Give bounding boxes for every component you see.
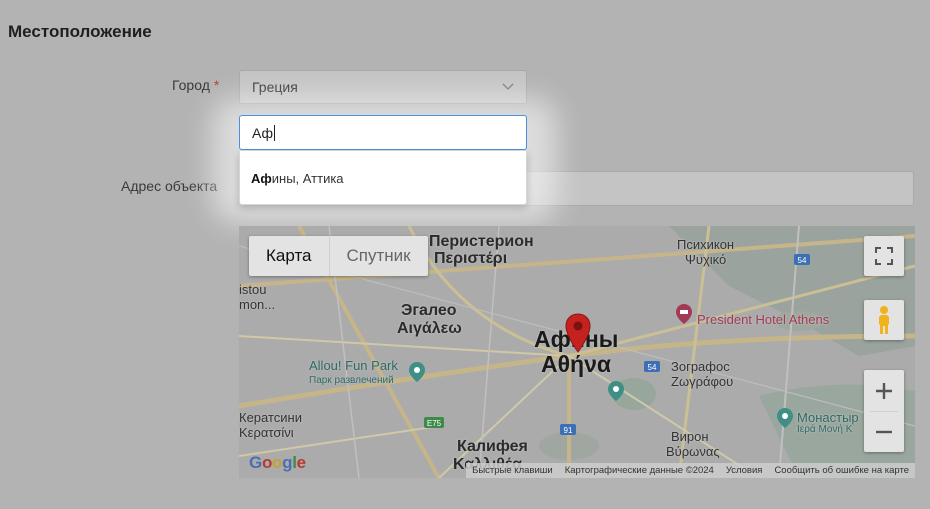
egaleo-ru: Эгалео bbox=[401, 302, 457, 319]
terms-link[interactable]: Условия bbox=[726, 465, 763, 476]
street-view-button[interactable] bbox=[864, 300, 904, 340]
athens-gr: Αθήνα bbox=[541, 351, 612, 377]
fullscreen-button[interactable] bbox=[864, 236, 904, 276]
vyronas-gr: Βύρωνας bbox=[666, 444, 720, 459]
map-type-control: Карта Спутник bbox=[249, 236, 428, 276]
chevron-down-icon bbox=[502, 81, 514, 93]
psychiko-gr: Ψυχικό bbox=[685, 252, 727, 267]
city-label: Город * bbox=[172, 77, 219, 93]
zoom-out-button[interactable] bbox=[864, 411, 904, 452]
hotel-label: President Hotel Athens bbox=[697, 312, 830, 327]
road-shield-1: 54 bbox=[798, 256, 807, 265]
zografos-ru: Зографос bbox=[671, 359, 730, 374]
minus-icon bbox=[876, 430, 892, 433]
road-shield-2: 54 bbox=[648, 363, 657, 372]
zoom-control bbox=[864, 370, 904, 452]
road-shield-3: E75 bbox=[427, 419, 442, 428]
keratsini-ru: Кератсини bbox=[239, 410, 302, 425]
vyronas-ru: Вирон bbox=[671, 429, 709, 444]
suggestion-item[interactable]: Афины, Аттика bbox=[251, 171, 344, 186]
hotel-pin-icon[interactable] bbox=[675, 303, 693, 325]
google-logo: Google bbox=[249, 453, 306, 472]
park-pin-icon[interactable] bbox=[408, 361, 426, 383]
city-label-text: Город bbox=[172, 77, 210, 93]
fun-park-sublabel: Парк развлечений bbox=[309, 375, 394, 386]
city-suggestions: Афины, Аттика bbox=[239, 151, 527, 205]
monastery-pin-icon[interactable] bbox=[776, 407, 794, 429]
monastery-sublabel: Ιερά Μονή Κ bbox=[797, 424, 853, 435]
pegman-icon bbox=[879, 306, 889, 334]
peristeri-gr: Περιστέρι bbox=[434, 250, 508, 267]
zografos-gr: Ζωγράφου bbox=[671, 374, 734, 389]
acropolis-pin-icon[interactable] bbox=[607, 380, 625, 402]
map-attribution: Быстрые клавиши Картографические данные … bbox=[466, 463, 915, 478]
country-select-value: Греция bbox=[252, 79, 298, 95]
report-error-link[interactable]: Сообщить об ошибке на карте bbox=[774, 465, 909, 476]
fullscreen-icon bbox=[875, 247, 893, 265]
edge-label-1: istou bbox=[239, 282, 267, 297]
map[interactable]: 54 54 E75 91 Перистерион Περιστέρι Психи… bbox=[239, 226, 915, 478]
peristeri-ru: Перистерион bbox=[429, 233, 534, 250]
edge-label-2: mon... bbox=[239, 297, 276, 312]
required-mark: * bbox=[213, 77, 220, 93]
keyboard-shortcuts-link[interactable]: Быстрые клавиши bbox=[472, 465, 553, 476]
suggestion-rest: ины, Аттика bbox=[271, 171, 344, 186]
keratsini-gr: Κερατσίνι bbox=[239, 425, 294, 440]
map-type-satellite-button[interactable]: Спутник bbox=[328, 236, 428, 276]
egaleo-gr: Αιγάλεω bbox=[397, 320, 462, 337]
psychiko-ru: Психикон bbox=[677, 237, 735, 252]
kallithea-ru: Калифея bbox=[457, 438, 528, 455]
address-label: Адрес объекта bbox=[121, 178, 218, 194]
map-type-map-button[interactable]: Карта bbox=[249, 236, 329, 276]
address-input[interactable] bbox=[523, 171, 914, 206]
plus-icon bbox=[876, 382, 892, 399]
map-data-text: Картографические данные ©2024 bbox=[564, 465, 714, 476]
text-caret bbox=[274, 124, 276, 141]
suggestion-match: Аф bbox=[251, 171, 272, 186]
road-shield-4: 91 bbox=[564, 426, 573, 435]
fun-park-label: Allou! Fun Park bbox=[309, 358, 398, 373]
location-pin-icon[interactable] bbox=[565, 313, 591, 353]
zoom-divider bbox=[870, 411, 898, 412]
city-search-input[interactable]: Аф bbox=[239, 115, 527, 150]
section-title: Местоположение bbox=[8, 22, 152, 41]
zoom-in-button[interactable] bbox=[864, 370, 904, 411]
monastery-label: Монастыр bbox=[797, 410, 859, 425]
city-search-value: Аф bbox=[252, 124, 274, 141]
